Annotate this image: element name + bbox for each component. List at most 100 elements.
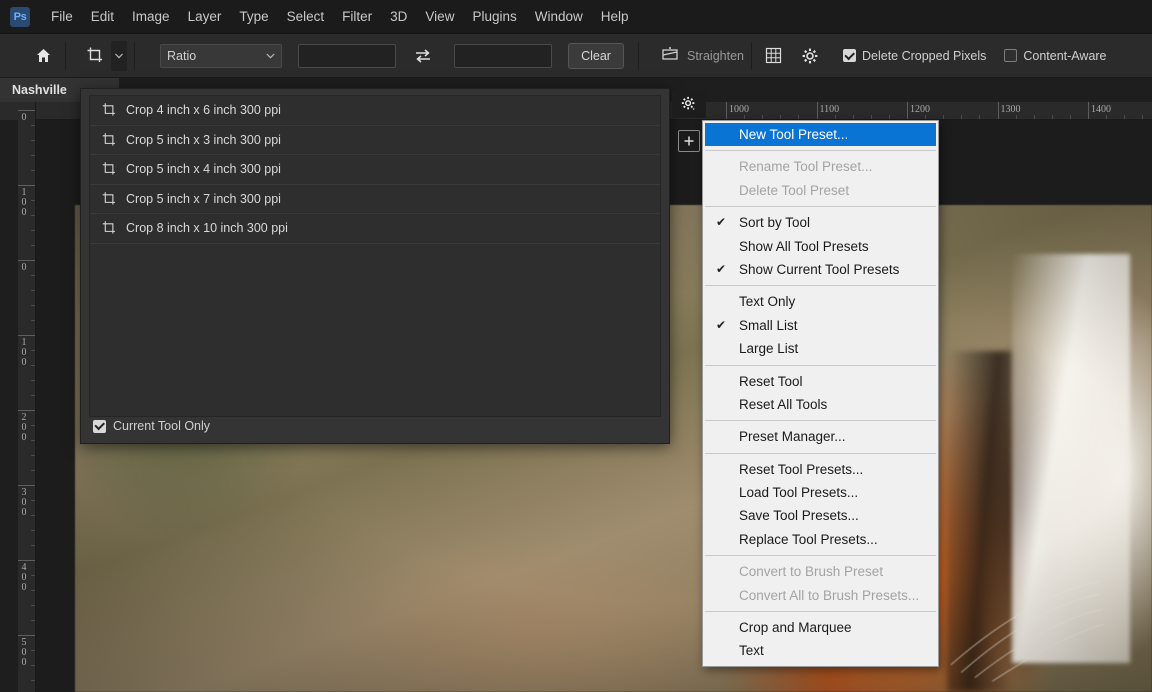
context-menu-item[interactable]: Save Tool Presets...	[703, 504, 938, 527]
tool-presets-context-menu[interactable]: New Tool Preset...Rename Tool Preset...D…	[702, 120, 939, 667]
crop-preset-icon	[98, 131, 120, 149]
menu-item-plugins[interactable]: Plugins	[463, 5, 525, 28]
menu-bar: Ps FileEditImageLayerTypeSelectFilter3DV…	[0, 0, 1152, 34]
divider	[751, 42, 752, 70]
new-tool-preset-plus-icon[interactable]	[678, 130, 700, 152]
tool-preset-item[interactable]: Crop 4 inch x 6 inch 300 ppi	[90, 96, 660, 126]
context-menu-item[interactable]: Reset All Tools	[703, 393, 938, 416]
photoshop-logo-icon: Ps	[10, 7, 30, 27]
context-menu-item[interactable]: Preset Manager...	[703, 425, 938, 448]
menu-item-edit[interactable]: Edit	[82, 5, 123, 28]
ratio-select[interactable]: Ratio	[160, 44, 282, 68]
ruler-tick-minor	[1106, 115, 1107, 120]
menu-separator	[705, 453, 936, 454]
ruler-tick-minor	[31, 200, 36, 201]
tool-presets-list[interactable]: Crop 4 inch x 6 inch 300 ppi Crop 5 inch …	[89, 95, 661, 417]
context-menu-item[interactable]: Reset Tool	[703, 370, 938, 393]
tool-preset-label: Crop 5 inch x 7 inch 300 ppi	[126, 192, 281, 206]
context-menu-item[interactable]: Show Current Tool Presets	[703, 258, 938, 281]
chevron-down-icon	[266, 53, 275, 59]
checkbox-icon[interactable]	[1004, 49, 1017, 62]
context-menu-item[interactable]: Text Only	[703, 290, 938, 313]
ruler-tick	[998, 102, 999, 120]
menu-item-type[interactable]: Type	[230, 5, 277, 28]
context-menu-item[interactable]: Crop and Marquee	[703, 616, 938, 639]
content-aware-label: Content-Aware	[1023, 49, 1106, 63]
context-menu-item[interactable]: Replace Tool Presets...	[703, 528, 938, 551]
content-aware-checkbox[interactable]: Content-Aware	[1004, 49, 1106, 63]
ruler-corner	[0, 102, 18, 120]
divider	[65, 42, 66, 70]
ruler-tick-minor	[31, 350, 36, 351]
ruler-tick-minor	[979, 115, 980, 120]
context-menu-item[interactable]: Small List	[703, 314, 938, 337]
ratio-value: Ratio	[167, 49, 196, 63]
tool-preset-item[interactable]: Crop 8 inch x 10 inch 300 ppi	[90, 214, 660, 244]
ruler-tick-minor	[31, 125, 36, 126]
delete-cropped-pixels-checkbox[interactable]: Delete Cropped Pixels	[843, 49, 986, 63]
ruler-label: 0	[19, 113, 29, 123]
ruler-label: 1100	[820, 104, 840, 115]
menu-item-filter[interactable]: Filter	[333, 5, 381, 28]
tool-preset-label: Crop 5 inch x 3 inch 300 ppi	[126, 133, 281, 147]
ruler-tick-minor	[1052, 115, 1053, 120]
straighten-label: Straighten	[687, 49, 744, 63]
context-menu-item[interactable]: Show All Tool Presets	[703, 235, 938, 258]
crop-preset-icon	[98, 219, 120, 237]
menu-item-file[interactable]: File	[42, 5, 82, 28]
ruler-tick	[18, 560, 36, 561]
tool-preset-item[interactable]: Crop 5 inch x 4 inch 300 ppi	[90, 155, 660, 185]
clear-button[interactable]: Clear	[568, 43, 624, 69]
ruler-tick-minor	[31, 680, 36, 681]
ruler-tick-minor	[31, 665, 36, 666]
menu-item-help[interactable]: Help	[592, 5, 638, 28]
ruler-tick	[18, 335, 36, 336]
ruler-tick-minor	[31, 620, 36, 621]
context-menu-item[interactable]: Load Tool Presets...	[703, 481, 938, 504]
ruler-label: 1200	[910, 104, 930, 115]
context-menu-item[interactable]: Text	[703, 639, 938, 662]
ruler-tick-minor	[31, 545, 36, 546]
checkbox-icon[interactable]	[843, 49, 856, 62]
straighten-icon	[660, 46, 680, 65]
crop-height-input[interactable]	[454, 44, 552, 68]
crop-preset-icon	[98, 101, 120, 119]
crop-tool-icon[interactable]	[79, 41, 111, 71]
menu-item-view[interactable]: View	[416, 5, 463, 28]
tool-preset-item[interactable]: Crop 5 inch x 3 inch 300 ppi	[90, 126, 660, 156]
menu-item-3d[interactable]: 3D	[381, 5, 416, 28]
ruler-tick-minor	[31, 650, 36, 651]
ruler-label: 1400	[1091, 104, 1111, 115]
checkbox-icon[interactable]	[93, 420, 106, 433]
context-menu-item[interactable]: Reset Tool Presets...	[703, 458, 938, 481]
ruler-label: 500	[19, 638, 29, 668]
grid-overlay-icon[interactable]	[759, 41, 789, 71]
home-icon[interactable]	[28, 41, 58, 71]
panel-menu-gear-icon[interactable]	[672, 90, 706, 118]
ruler-tick	[907, 102, 908, 120]
chevron-down-icon[interactable]	[111, 41, 127, 71]
tool-preset-item[interactable]: Crop 5 inch x 7 inch 300 ppi	[90, 185, 660, 215]
ruler-tick-minor	[31, 590, 36, 591]
gear-icon[interactable]	[795, 41, 825, 71]
context-menu-item[interactable]: Sort by Tool	[703, 211, 938, 234]
ruler-label: 400	[19, 563, 29, 593]
menu-item-window[interactable]: Window	[526, 5, 592, 28]
menu-separator	[705, 206, 936, 207]
crop-tool-selector[interactable]	[79, 41, 127, 71]
menu-item-layer[interactable]: Layer	[179, 5, 231, 28]
context-menu-item[interactable]: Large List	[703, 337, 938, 360]
swap-arrows-icon[interactable]	[408, 41, 438, 71]
ruler-tick-minor	[1016, 115, 1017, 120]
ruler-tick	[817, 102, 818, 120]
menu-item-select[interactable]: Select	[278, 5, 334, 28]
menu-item-image[interactable]: Image	[123, 5, 179, 28]
panel-buttons	[672, 90, 706, 152]
context-menu-item[interactable]: New Tool Preset...	[705, 123, 936, 146]
ruler-tick-minor	[31, 440, 36, 441]
vertical-ruler[interactable]: 01000100200300400500	[18, 102, 36, 692]
crop-width-input[interactable]	[298, 44, 396, 68]
current-tool-only-checkbox[interactable]: Current Tool Only	[93, 419, 210, 433]
menu-separator	[705, 420, 936, 421]
straighten-button[interactable]: Straighten	[660, 46, 744, 65]
